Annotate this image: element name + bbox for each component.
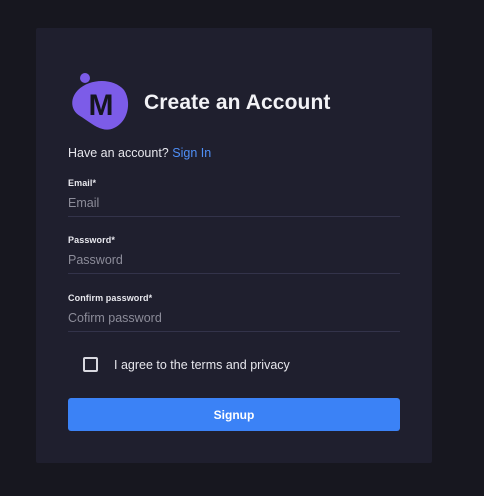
password-field[interactable] (68, 253, 400, 274)
email-label: Email* (68, 178, 97, 188)
logo-letter: M (89, 89, 114, 122)
page-title: Create an Account (144, 91, 331, 114)
email-field-group: Email* (68, 178, 400, 217)
email-field[interactable] (68, 196, 400, 217)
signin-prompt: Have an account? Sign In (68, 146, 211, 160)
confirm-password-label: Confirm password* (68, 293, 153, 303)
agree-checkbox[interactable] (83, 357, 98, 372)
app-logo: M (68, 72, 130, 134)
password-label: Password* (68, 235, 115, 245)
signin-link[interactable]: Sign In (172, 146, 211, 160)
card-header: M Create an Account (68, 72, 330, 134)
agree-terms-row: I agree to the terms and privacy (83, 357, 290, 372)
password-field-group: Password* (68, 235, 400, 274)
confirm-password-field[interactable] (68, 311, 400, 332)
signup-card: M Create an Account Have an account? Sig… (36, 28, 432, 463)
confirm-password-field-group: Confirm password* (68, 293, 400, 332)
signup-button[interactable]: Signup (68, 398, 400, 431)
agree-label: I agree to the terms and privacy (114, 357, 290, 372)
signin-prompt-text: Have an account? (68, 146, 169, 160)
